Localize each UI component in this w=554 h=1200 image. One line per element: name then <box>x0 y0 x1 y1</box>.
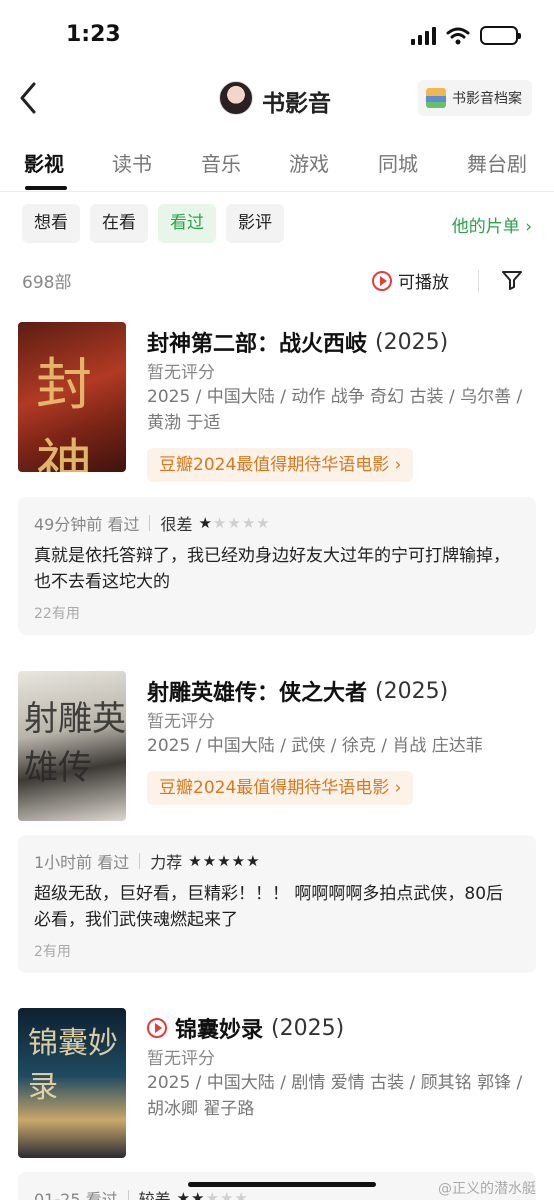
movie-poster[interactable]: 锦囊妙录 <box>18 1008 126 1158</box>
play-icon <box>372 270 392 291</box>
review-card[interactable]: 49分钟前 看过 很差 ★★★★★ 真就是依托答辩了，我已经劝身边好友大过年的宁… <box>18 497 536 635</box>
filter-icon[interactable] <box>500 268 524 292</box>
back-button[interactable] <box>16 80 46 116</box>
movie-title[interactable]: 射雕英雄传：侠之大者 (2025) <box>147 675 448 707</box>
review-text: 真就是依托答辩了，我已经劝身边好友大过年的宁可打牌输掉，也不去看这坨大的 <box>34 546 510 592</box>
playable-label: 可播放 <box>398 273 449 293</box>
movie-poster[interactable]: 射雕英雄传 <box>18 671 126 821</box>
tab-movies[interactable]: 影视 <box>24 148 64 177</box>
home-indicator[interactable] <box>188 1182 376 1187</box>
divider <box>127 1190 129 1200</box>
review-time: 49分钟前 看过 <box>34 515 140 534</box>
avatar[interactable] <box>219 81 253 115</box>
ranking-badge[interactable]: 豆瓣2024最值得期待华语电影 › <box>147 448 414 482</box>
category-tabs: 影视 读书 音乐 游戏 同城 舞台剧 <box>0 140 554 192</box>
divider <box>478 270 479 292</box>
movie-year: (2025) <box>375 329 449 355</box>
item-count: 698部 <box>22 273 72 293</box>
chevron-left-icon <box>20 82 36 114</box>
archive-button[interactable]: 书影音档案 <box>418 80 532 116</box>
page-title: 书影音 <box>262 91 331 117</box>
movie-title-text: 封神第二部：战火西岐 <box>147 332 368 357</box>
cellular-signal-icon <box>411 26 436 45</box>
status-filters: 想看 在看 看过 影评 <box>22 204 284 243</box>
status-time: 1:23 <box>66 22 121 47</box>
archive-icon <box>426 88 446 108</box>
playable-toggle[interactable]: 可播放 <box>372 268 449 293</box>
rating-label: 很差 <box>160 515 193 534</box>
useful-count[interactable]: 22有用 <box>34 603 80 623</box>
movie-year: (2025) <box>271 1015 345 1041</box>
header: 书影音 书影音档案 <box>0 72 554 126</box>
filter-reviews[interactable]: 影评 <box>226 204 284 243</box>
review-header: 1小时前 看过 力荐 ★★★★★ <box>34 849 261 873</box>
movie-title-text: 锦囊妙录 <box>175 1018 264 1043</box>
movie-meta: 2025 / 中国大陆 / 动作 战争 奇幻 古装 / 乌尔善 / 黄渤 于适 <box>147 387 523 433</box>
review-time: 01-25 看过 <box>34 1190 118 1200</box>
movie-title[interactable]: 封神第二部：战火西岐 (2025) <box>147 326 448 358</box>
rating-label: 力荐 <box>150 853 183 872</box>
review-header: 49分钟前 看过 很差 ★★★★★ <box>34 511 271 535</box>
poster-title-art: 射雕英雄传 <box>24 699 126 788</box>
poster-title-art: 锦囊妙录 <box>28 1026 118 1105</box>
movie-rating: 暂无评分 <box>147 363 215 383</box>
status-bar: 1:23 <box>0 0 554 70</box>
movie-year: (2025) <box>375 678 449 704</box>
tab-theater[interactable]: 舞台剧 <box>467 148 527 177</box>
active-tab-indicator <box>25 186 67 190</box>
movie-meta: 2025 / 中国大陆 / 剧情 爱情 古装 / 顾其铭 郭锋 / 胡冰卿 翟子… <box>147 1073 523 1119</box>
movie-meta: 2025 / 中国大陆 / 武侠 / 徐克 / 肖战 庄达菲 <box>147 736 483 756</box>
star-rating: ★★★★★ <box>198 514 271 532</box>
useful-count[interactable]: 2有用 <box>34 941 71 961</box>
review-card[interactable]: 1小时前 看过 力荐 ★★★★★ 超级无敌，巨好看，巨精彩！！！ 啊啊啊啊多拍点… <box>18 835 536 973</box>
filter-watching[interactable]: 在看 <box>90 204 148 243</box>
divider <box>149 515 151 531</box>
filter-want-to-watch[interactable]: 想看 <box>22 204 80 243</box>
tab-music[interactable]: 音乐 <box>201 148 241 177</box>
movie-title[interactable]: 锦囊妙录 (2025) <box>147 1012 344 1044</box>
review-text: 超级无敌，巨好看，巨精彩！！！ 啊啊啊啊多拍点武侠，80后必看，我们武侠魂燃起来… <box>34 884 504 930</box>
poster-title-art: 封神 <box>36 353 92 472</box>
movie-title-text: 射雕英雄传：侠之大者 <box>147 681 368 706</box>
tab-books[interactable]: 读书 <box>112 148 152 177</box>
archive-label: 书影音档案 <box>452 91 522 107</box>
divider <box>139 853 141 869</box>
review-time: 1小时前 看过 <box>34 853 130 872</box>
movie-poster[interactable]: 封神 <box>18 322 126 472</box>
star-rating: ★★★★★ <box>176 1189 249 1200</box>
filter-watched[interactable]: 看过 <box>158 204 216 243</box>
review-header: 01-25 看过 较差 ★★★★★ <box>34 1186 249 1200</box>
wifi-icon <box>446 27 470 44</box>
watermark: @正义的潜水艇 <box>438 1181 536 1197</box>
star-rating: ★★★★★ <box>188 852 261 870</box>
tab-games[interactable]: 游戏 <box>289 148 329 177</box>
ranking-badge[interactable]: 豆瓣2024最值得期待华语电影 › <box>147 771 414 805</box>
tab-local[interactable]: 同城 <box>378 148 418 177</box>
his-list-link[interactable]: 他的片单 › <box>452 212 532 237</box>
rating-label: 较差 <box>138 1190 171 1200</box>
movie-rating: 暂无评分 <box>147 712 215 732</box>
status-icons <box>411 26 521 45</box>
movie-rating: 暂无评分 <box>147 1049 215 1069</box>
battery-icon <box>480 26 521 45</box>
playable-icon <box>147 1018 167 1038</box>
